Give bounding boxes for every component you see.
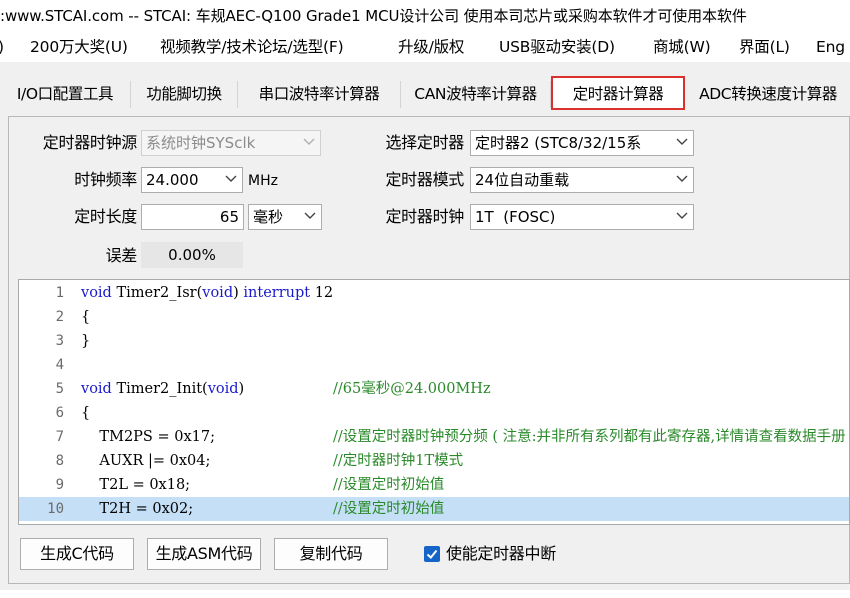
tab-io-config[interactable]: I/O口配置工具 <box>0 81 131 108</box>
line-number: 11 <box>19 521 64 524</box>
clock-source-select[interactable]: 系统时钟SYSclk <box>141 130 321 156</box>
line-number: 2 <box>55 309 64 325</box>
code-keyword: interrupt <box>243 285 311 301</box>
copy-code-button[interactable]: 复制代码 <box>274 538 388 570</box>
menu-item-prize[interactable]: 200万大奖(U) <box>30 37 128 57</box>
timer-clock-value: 1T (FOSC) <box>475 208 556 226</box>
code-comment: //设置定时初始值 <box>333 501 445 517</box>
clock-freq-label: 时钟频率 <box>74 170 137 189</box>
clock-source-value: 系统时钟SYSclk <box>146 134 256 152</box>
error-label: 误差 <box>105 246 138 265</box>
enable-interrupt-checkbox[interactable] <box>424 546 440 562</box>
clock-freq-unit: MHz <box>248 173 278 189</box>
code-keyword: void <box>81 285 112 301</box>
status-bar <box>0 590 850 598</box>
line-number: 3 <box>55 333 64 349</box>
tool-tabs: I/O口配置工具 功能脚切换 串口波特率计算器 CAN波特率计算器 定时器计算器… <box>0 62 850 110</box>
duration-unit-select[interactable]: 毫秒 <box>248 204 322 230</box>
tab-can-baud[interactable]: CAN波特率计算器 <box>401 81 551 108</box>
chevron-down-icon <box>304 212 316 220</box>
generate-asm-button[interactable]: 生成ASM代码 <box>147 538 261 570</box>
line-number: 4 <box>55 357 64 373</box>
code-line[interactable]: 10 T2H = 0x02; //设置定时初始值 <box>19 497 849 521</box>
chevron-down-icon <box>676 138 688 146</box>
menu-item-interface[interactable]: 界面(L) <box>739 37 790 57</box>
line-number: 7 <box>55 429 64 445</box>
code-text: { <box>81 309 91 325</box>
duration-label: 定时长度 <box>74 207 137 226</box>
code-line[interactable]: 4 <box>19 353 849 377</box>
timer-clock-select[interactable]: 1T (FOSC) <box>470 204 694 230</box>
code-text: AUXR |= 0x10; <box>81 521 210 524</box>
checkmark-icon <box>426 549 438 559</box>
menu-item-cut[interactable]: ) <box>0 37 4 57</box>
line-number: 6 <box>55 405 64 421</box>
code-text: } <box>81 333 91 349</box>
tab-adc-speed[interactable]: ADC转换速度计算器 <box>686 81 850 108</box>
line-number: 1 <box>55 285 64 301</box>
clock-source-label: 定时器时钟源 <box>42 133 138 152</box>
code-text: T2L = 0x18; <box>81 477 191 493</box>
menu-bar: ) 200万大奖(U) 视频教学/技术论坛/选型(F) 升级/版权 USB驱动安… <box>0 32 850 62</box>
timer-mode-value: 24位自动重载 <box>475 171 570 189</box>
code-line[interactable]: 1 void Timer2_Isr(void) interrupt 12 <box>19 281 849 305</box>
line-number: 8 <box>55 453 64 469</box>
code-text: TM2PS = 0x17; <box>81 429 215 445</box>
menu-item-upgrade[interactable]: 升级/版权 <box>398 37 464 57</box>
tab-pin-switch[interactable]: 功能脚切换 <box>131 81 238 108</box>
line-number: 5 <box>55 381 64 397</box>
code-comment: //定时器2开始计时 <box>333 521 454 524</box>
code-keyword: void <box>81 381 112 397</box>
title-bar: :www.STCAI.com -- STCAI: 车规AEC-Q100 Grad… <box>0 0 850 32</box>
chevron-down-icon <box>225 175 237 183</box>
code-line[interactable]: 3} <box>19 329 849 353</box>
chevron-down-icon <box>676 212 688 220</box>
window-title: :www.STCAI.com -- STCAI: 车规AEC-Q100 Grad… <box>0 7 747 25</box>
error-value: 0.00% <box>141 242 243 268</box>
code-line[interactable]: 2{ <box>19 305 849 329</box>
line-number: 10 <box>47 501 64 517</box>
timer-mode-label: 定时器模式 <box>385 170 464 189</box>
code-editor[interactable]: 1 void Timer2_Isr(void) interrupt 12 2{3} 4… <box>18 279 850 525</box>
timer-select-value: 定时器2 (STC8/32/15系 <box>475 134 642 152</box>
code-line[interactable]: 8 AUXR |= 0x04; //定时器时钟1T模式 <box>19 449 849 473</box>
menu-item-usb-driver[interactable]: USB驱动安装(D) <box>499 37 615 57</box>
line-number: 9 <box>55 477 64 493</box>
timer-select-label: 选择定时器 <box>385 133 464 152</box>
code-line[interactable]: 9 T2L = 0x18; //设置定时初始值 <box>19 473 849 497</box>
code-keyword: void <box>202 285 234 301</box>
tab-timer-calculator[interactable]: 定时器计算器 <box>551 76 685 110</box>
code-text: void Timer2_Isr(void) interrupt 12 <box>81 285 334 301</box>
tab-uart-baud[interactable]: 串口波特率计算器 <box>238 81 401 108</box>
chevron-down-icon <box>303 138 315 146</box>
code-comment: //65毫秒@24.000MHz <box>333 381 491 397</box>
clock-freq-select[interactable]: 24.000 <box>141 167 243 193</box>
menu-item-video-forum[interactable]: 视频教学/技术论坛/选型(F) <box>160 37 344 57</box>
code-text: { <box>81 405 91 421</box>
code-line[interactable]: 5 void Timer2_Init(void) //65毫秒@24.000MHz <box>19 377 849 401</box>
menu-item-english[interactable]: Eng <box>816 37 845 57</box>
code-comment: //设置定时初始值 <box>333 477 445 493</box>
code-text: T2H = 0x02; <box>81 501 194 517</box>
duration-input[interactable]: 65 <box>141 204 244 230</box>
timer-mode-select[interactable]: 24位自动重载 <box>470 167 694 193</box>
code-line[interactable]: 11 AUXR |= 0x10; //定时器2开始计时 <box>19 521 849 524</box>
enable-interrupt-label[interactable]: 使能定时器中断 <box>446 543 556 565</box>
code-text: void Timer2_Init(void) <box>81 381 245 397</box>
code-text: AUXR |= 0x04; <box>81 453 211 469</box>
menu-item-shop[interactable]: 商城(W) <box>653 37 711 57</box>
code-keyword: void <box>207 381 239 397</box>
generate-c-button[interactable]: 生成C代码 <box>20 538 134 570</box>
timer-select[interactable]: 定时器2 (STC8/32/15系 <box>470 130 694 156</box>
code-comment: //定时器时钟1T模式 <box>333 453 464 469</box>
code-line[interactable]: 7 TM2PS = 0x17; //设置定时器时钟预分频 ( 注意:并非所有系列都… <box>19 425 850 449</box>
code-comment: //设置定时器时钟预分频 ( 注意:并非所有系列都有此寄存器,详情请查看数据手册… <box>333 429 850 445</box>
timer-clock-label: 定时器时钟 <box>385 207 464 226</box>
chevron-down-icon <box>676 175 688 183</box>
code-line[interactable]: 6{ <box>19 401 849 425</box>
